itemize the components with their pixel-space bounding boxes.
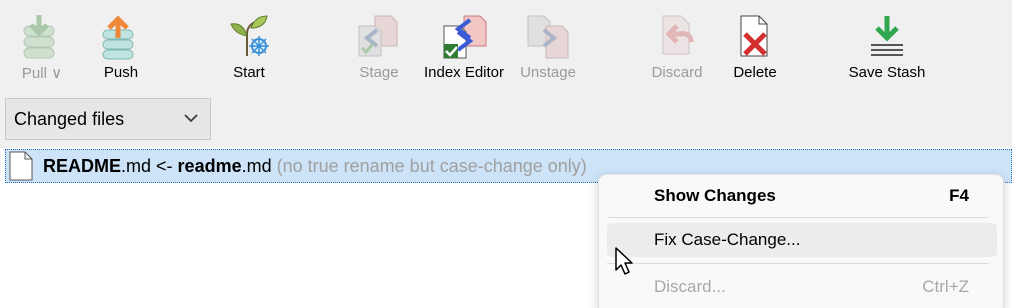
menu-item-show-changes[interactable]: Show Changes F4: [607, 179, 997, 213]
start-label: Start: [233, 64, 265, 81]
chevron-down-icon: [184, 114, 198, 123]
discard-icon: [662, 15, 694, 55]
unstage-icon: [527, 15, 569, 59]
unstage-button[interactable]: Unstage: [519, 12, 577, 88]
file-new-name: README: [43, 155, 122, 176]
save-stash-icon: [871, 16, 903, 56]
push-label: Push: [103, 64, 139, 81]
menu-item-fix-case-change[interactable]: Fix Case-Change...: [607, 223, 997, 257]
file-old-ext: .md: [241, 155, 272, 176]
push-button[interactable]: Push: [98, 12, 144, 88]
stage-button[interactable]: Stage: [354, 12, 404, 88]
file-icon: [9, 151, 33, 181]
view-select-value: Changed files: [14, 108, 125, 129]
file-old-name: readme: [177, 155, 242, 176]
delete-icon: [740, 15, 768, 57]
rename-arrow: <-: [151, 155, 178, 176]
menu-item-discard[interactable]: Discard... Ctrl+Z: [607, 270, 997, 304]
rename-note: (no true rename but case-change only): [271, 155, 587, 176]
delete-label: Delete: [733, 64, 777, 81]
context-menu: Show Changes F4 Fix Case-Change... Disca…: [598, 174, 1004, 308]
save-stash-button[interactable]: Save Stash: [848, 12, 926, 88]
file-new-ext: .md: [121, 155, 152, 176]
sprout-icon: [230, 15, 269, 56]
stage-label: Stage: [359, 64, 399, 81]
mouse-cursor-icon: [615, 247, 633, 275]
index-editor-label: Index Editor: [423, 64, 505, 81]
file-name: README.md <- readme.md (no true rename b…: [43, 156, 587, 177]
pull-label: Pull ∨: [21, 65, 63, 82]
stage-icon: [358, 15, 398, 57]
menu-item-show-changes-shortcut: F4: [949, 186, 969, 205]
save-stash-label: Save Stash: [848, 64, 926, 81]
index-editor-icon: [443, 15, 487, 59]
menu-item-fix-case-change-label: Fix Case-Change...: [654, 230, 801, 249]
menu-item-show-changes-label: Show Changes: [654, 186, 776, 205]
discard-label: Discard: [651, 64, 703, 81]
menu-item-discard-label: Discard...: [654, 277, 726, 296]
pull-button[interactable]: Pull ∨: [19, 12, 65, 88]
menu-item-discard-shortcut: Ctrl+Z: [922, 277, 969, 296]
menu-separator: [607, 263, 989, 264]
toolbar: Pull ∨ Push Start Stage Index Editor Uns…: [0, 0, 1012, 148]
unstage-label: Unstage: [520, 64, 576, 81]
discard-button[interactable]: Discard: [650, 12, 704, 88]
menu-separator: [607, 217, 989, 218]
push-icon: [102, 15, 134, 60]
index-editor-button[interactable]: Index Editor: [422, 12, 506, 88]
pull-icon: [23, 15, 55, 59]
start-button[interactable]: Start: [226, 12, 272, 88]
view-select[interactable]: Changed files: [5, 98, 211, 140]
delete-button[interactable]: Delete: [731, 12, 779, 88]
